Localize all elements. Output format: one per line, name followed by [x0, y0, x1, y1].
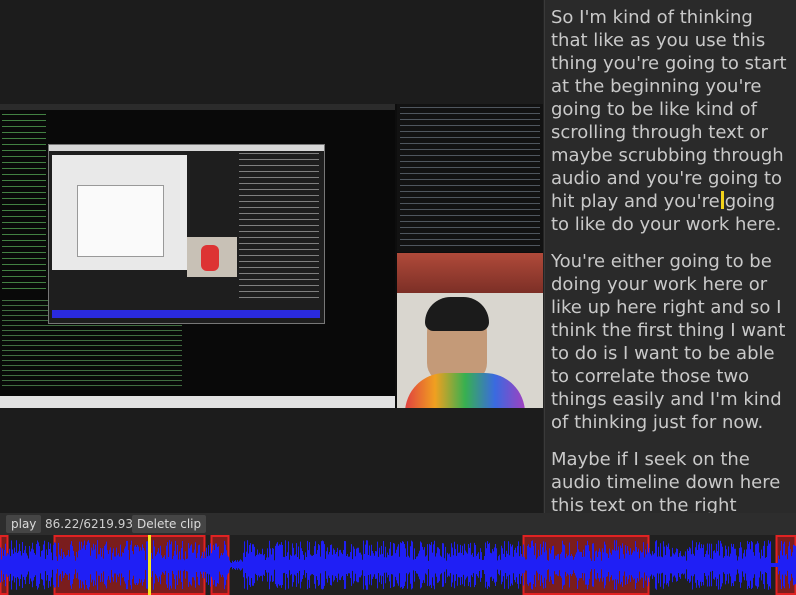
play-button[interactable]: play — [6, 515, 42, 533]
nested-webcam — [187, 237, 237, 277]
code-panel — [397, 104, 543, 252]
time-readout: 86.22/6219.93 — [45, 517, 134, 531]
waveform-canvas[interactable] — [0, 535, 796, 595]
terminal-output — [2, 114, 46, 294]
transcript-paragraph[interactable]: So I'm kind of thinking that like as you… — [551, 6, 791, 236]
brick-wall-background — [397, 253, 543, 293]
transcript-text: So I'm kind of thinking that like as you… — [551, 7, 787, 212]
nested-waveform — [52, 310, 320, 318]
video-frame[interactable] — [0, 104, 543, 408]
delete-clip-button[interactable]: Delete clip — [132, 515, 207, 533]
nested-editor-window — [48, 144, 325, 324]
nested-dialog — [77, 185, 164, 257]
nested-transcript — [239, 153, 319, 303]
screen-recording — [0, 104, 395, 408]
person-hoodie — [405, 373, 525, 408]
nested-screenshot — [52, 155, 187, 270]
text-cursor — [720, 191, 724, 209]
taskbar — [0, 396, 395, 408]
video-pane[interactable] — [0, 0, 543, 513]
transcript-paragraph[interactable]: You're either going to be doing your wor… — [551, 250, 791, 434]
audio-timeline[interactable] — [0, 535, 796, 595]
nested-titlebar — [49, 145, 324, 151]
terminal-titlebar — [0, 104, 395, 110]
person-hair — [425, 297, 489, 331]
code-lines — [400, 107, 540, 247]
webcam-feed — [397, 293, 543, 408]
transcript-text: You're either going to be doing your wor… — [551, 251, 786, 433]
transcript-paragraph[interactable]: Maybe if I seek on the audio timeline do… — [551, 448, 791, 513]
transcript-panel[interactable]: So I'm kind of thinking that like as you… — [544, 0, 796, 513]
transcript-text: Maybe if I seek on the audio timeline do… — [551, 449, 781, 513]
playback-controls: play 86.22/6219.93 Delete clip — [0, 513, 796, 535]
